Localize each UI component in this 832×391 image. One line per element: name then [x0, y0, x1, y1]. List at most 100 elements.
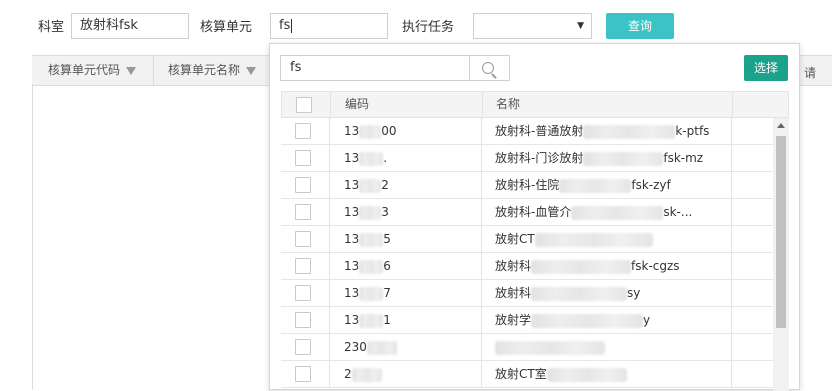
row-name-prefix: 放射CT	[495, 232, 535, 246]
header-code: 编码	[345, 97, 370, 111]
redacted-block	[359, 124, 382, 139]
row-checkbox[interactable]	[295, 150, 311, 166]
dropdown-search-input[interactable]: fs	[280, 55, 470, 81]
table-row[interactable]: 13 5 放射CT	[281, 226, 773, 253]
row-code: 13 5	[344, 226, 391, 252]
row-divider	[481, 334, 482, 360]
select-all-checkbox[interactable]	[296, 97, 312, 113]
row-divider	[481, 361, 482, 387]
row-code-prefix: 2	[344, 367, 352, 381]
dropdown-table: 编码 名称 13 00 放射科-普通放射 k-ptfs 13. 放射科-门诊放射 fsk-m…	[281, 91, 789, 391]
row-checkbox[interactable]	[295, 366, 311, 382]
row-divider	[481, 280, 482, 306]
row-divider	[731, 226, 732, 252]
scrollbar-thumb[interactable]	[776, 136, 786, 328]
dropdown-search-button[interactable]	[470, 55, 510, 81]
dept-input[interactable]: 放射科fsk	[71, 13, 189, 39]
table-row[interactable]: 13. 放射科-门诊放射 fsk-mz	[281, 145, 773, 172]
row-divider	[329, 145, 330, 171]
redacted-block	[359, 205, 382, 220]
row-divider	[731, 307, 732, 333]
table-row[interactable]: 13 2 放射科-住院 fsk-zyf	[281, 172, 773, 199]
text-cursor	[291, 18, 293, 33]
row-name-prefix: 放射科	[495, 286, 532, 300]
table-row[interactable]: 13 1 放射学 y	[281, 307, 773, 334]
row-code-suffix: 1	[383, 313, 391, 327]
row-code-prefix: 13	[344, 124, 360, 138]
task-select[interactable]: ▼	[473, 13, 592, 39]
row-name: 放射CT室	[495, 361, 627, 387]
row-code: 13 2	[344, 172, 389, 198]
row-divider	[481, 226, 482, 252]
redacted-block	[359, 232, 384, 247]
row-name-suffix: sk-...	[663, 205, 693, 219]
row-divider	[731, 199, 732, 225]
scroll-up-arrow-icon[interactable]	[777, 123, 785, 128]
redacted-block	[359, 178, 382, 193]
redacted-block	[359, 313, 384, 328]
redacted-block	[359, 286, 384, 301]
row-name-prefix: 放射CT室	[495, 367, 547, 381]
grid-col-partial-label: 请	[804, 66, 817, 80]
row-code-suffix: .	[383, 151, 388, 165]
row-divider	[731, 361, 732, 387]
row-divider	[329, 361, 330, 387]
filter-icon[interactable]	[126, 66, 137, 75]
row-divider	[731, 118, 732, 144]
unit-input[interactable]: fs	[270, 13, 388, 39]
row-code-suffix: 5	[383, 232, 391, 246]
table-row[interactable]: 13 00 放射科-普通放射 k-ptfs	[281, 118, 773, 145]
redacted-block	[583, 151, 664, 166]
header-divider	[482, 92, 483, 117]
header-divider	[732, 92, 733, 117]
query-button[interactable]: 查询	[606, 13, 674, 39]
row-code-prefix: 13	[344, 205, 360, 219]
grid-col-name[interactable]: 核算单元名称	[168, 56, 257, 85]
row-code: 13 6	[344, 253, 391, 279]
row-divider	[731, 172, 732, 198]
row-name	[495, 334, 605, 360]
row-name: 放射学 y	[495, 307, 650, 333]
search-icon-handle	[491, 73, 497, 79]
table-row[interactable]: 13 3 放射科-血管介 sk-...	[281, 199, 773, 226]
row-code: 13.	[344, 145, 387, 171]
table-row[interactable]: 13 7 放射科 sy	[281, 280, 773, 307]
row-code-prefix: 230	[344, 340, 367, 354]
row-divider	[481, 307, 482, 333]
select-button[interactable]: 选择	[744, 55, 788, 81]
row-code-suffix: 00	[381, 124, 397, 138]
row-checkbox[interactable]	[295, 258, 311, 274]
row-code-suffix: 7	[383, 286, 391, 300]
filter-icon[interactable]	[246, 66, 257, 75]
redacted-block	[359, 259, 384, 274]
row-code: 13 3	[344, 199, 389, 225]
row-checkbox[interactable]	[295, 339, 311, 355]
grid-col-name-label: 核算单元名称	[168, 63, 241, 77]
row-code: 13 7	[344, 280, 391, 306]
row-checkbox[interactable]	[295, 123, 311, 139]
row-checkbox[interactable]	[295, 204, 311, 220]
table-row[interactable]: 230	[281, 334, 773, 361]
redacted-block	[359, 151, 384, 166]
header-divider	[330, 92, 331, 117]
row-name-suffix: fsk-cgzs	[631, 259, 680, 273]
row-name-prefix: 放射科	[495, 259, 532, 273]
row-divider	[481, 118, 482, 144]
row-name: 放射科 fsk-cgzs	[495, 253, 680, 279]
row-checkbox[interactable]	[295, 177, 311, 193]
row-name-suffix: k-ptfs	[675, 124, 710, 138]
table-row[interactable]: 2 放射CT室	[281, 361, 773, 388]
row-checkbox[interactable]	[295, 231, 311, 247]
grid-col-code[interactable]: 核算单元代码	[48, 56, 137, 85]
row-code-prefix: 13	[344, 232, 360, 246]
row-name-suffix: y	[643, 313, 651, 327]
grid-col-divider	[153, 56, 154, 85]
table-row[interactable]: 13 6 放射科 fsk-cgzs	[281, 253, 773, 280]
row-divider	[329, 253, 330, 279]
row-divider	[731, 253, 732, 279]
row-checkbox[interactable]	[295, 285, 311, 301]
grid-col-code-label: 核算单元代码	[48, 63, 121, 77]
row-checkbox[interactable]	[295, 312, 311, 328]
vertical-scrollbar[interactable]	[773, 118, 789, 391]
redacted-block	[583, 124, 676, 139]
